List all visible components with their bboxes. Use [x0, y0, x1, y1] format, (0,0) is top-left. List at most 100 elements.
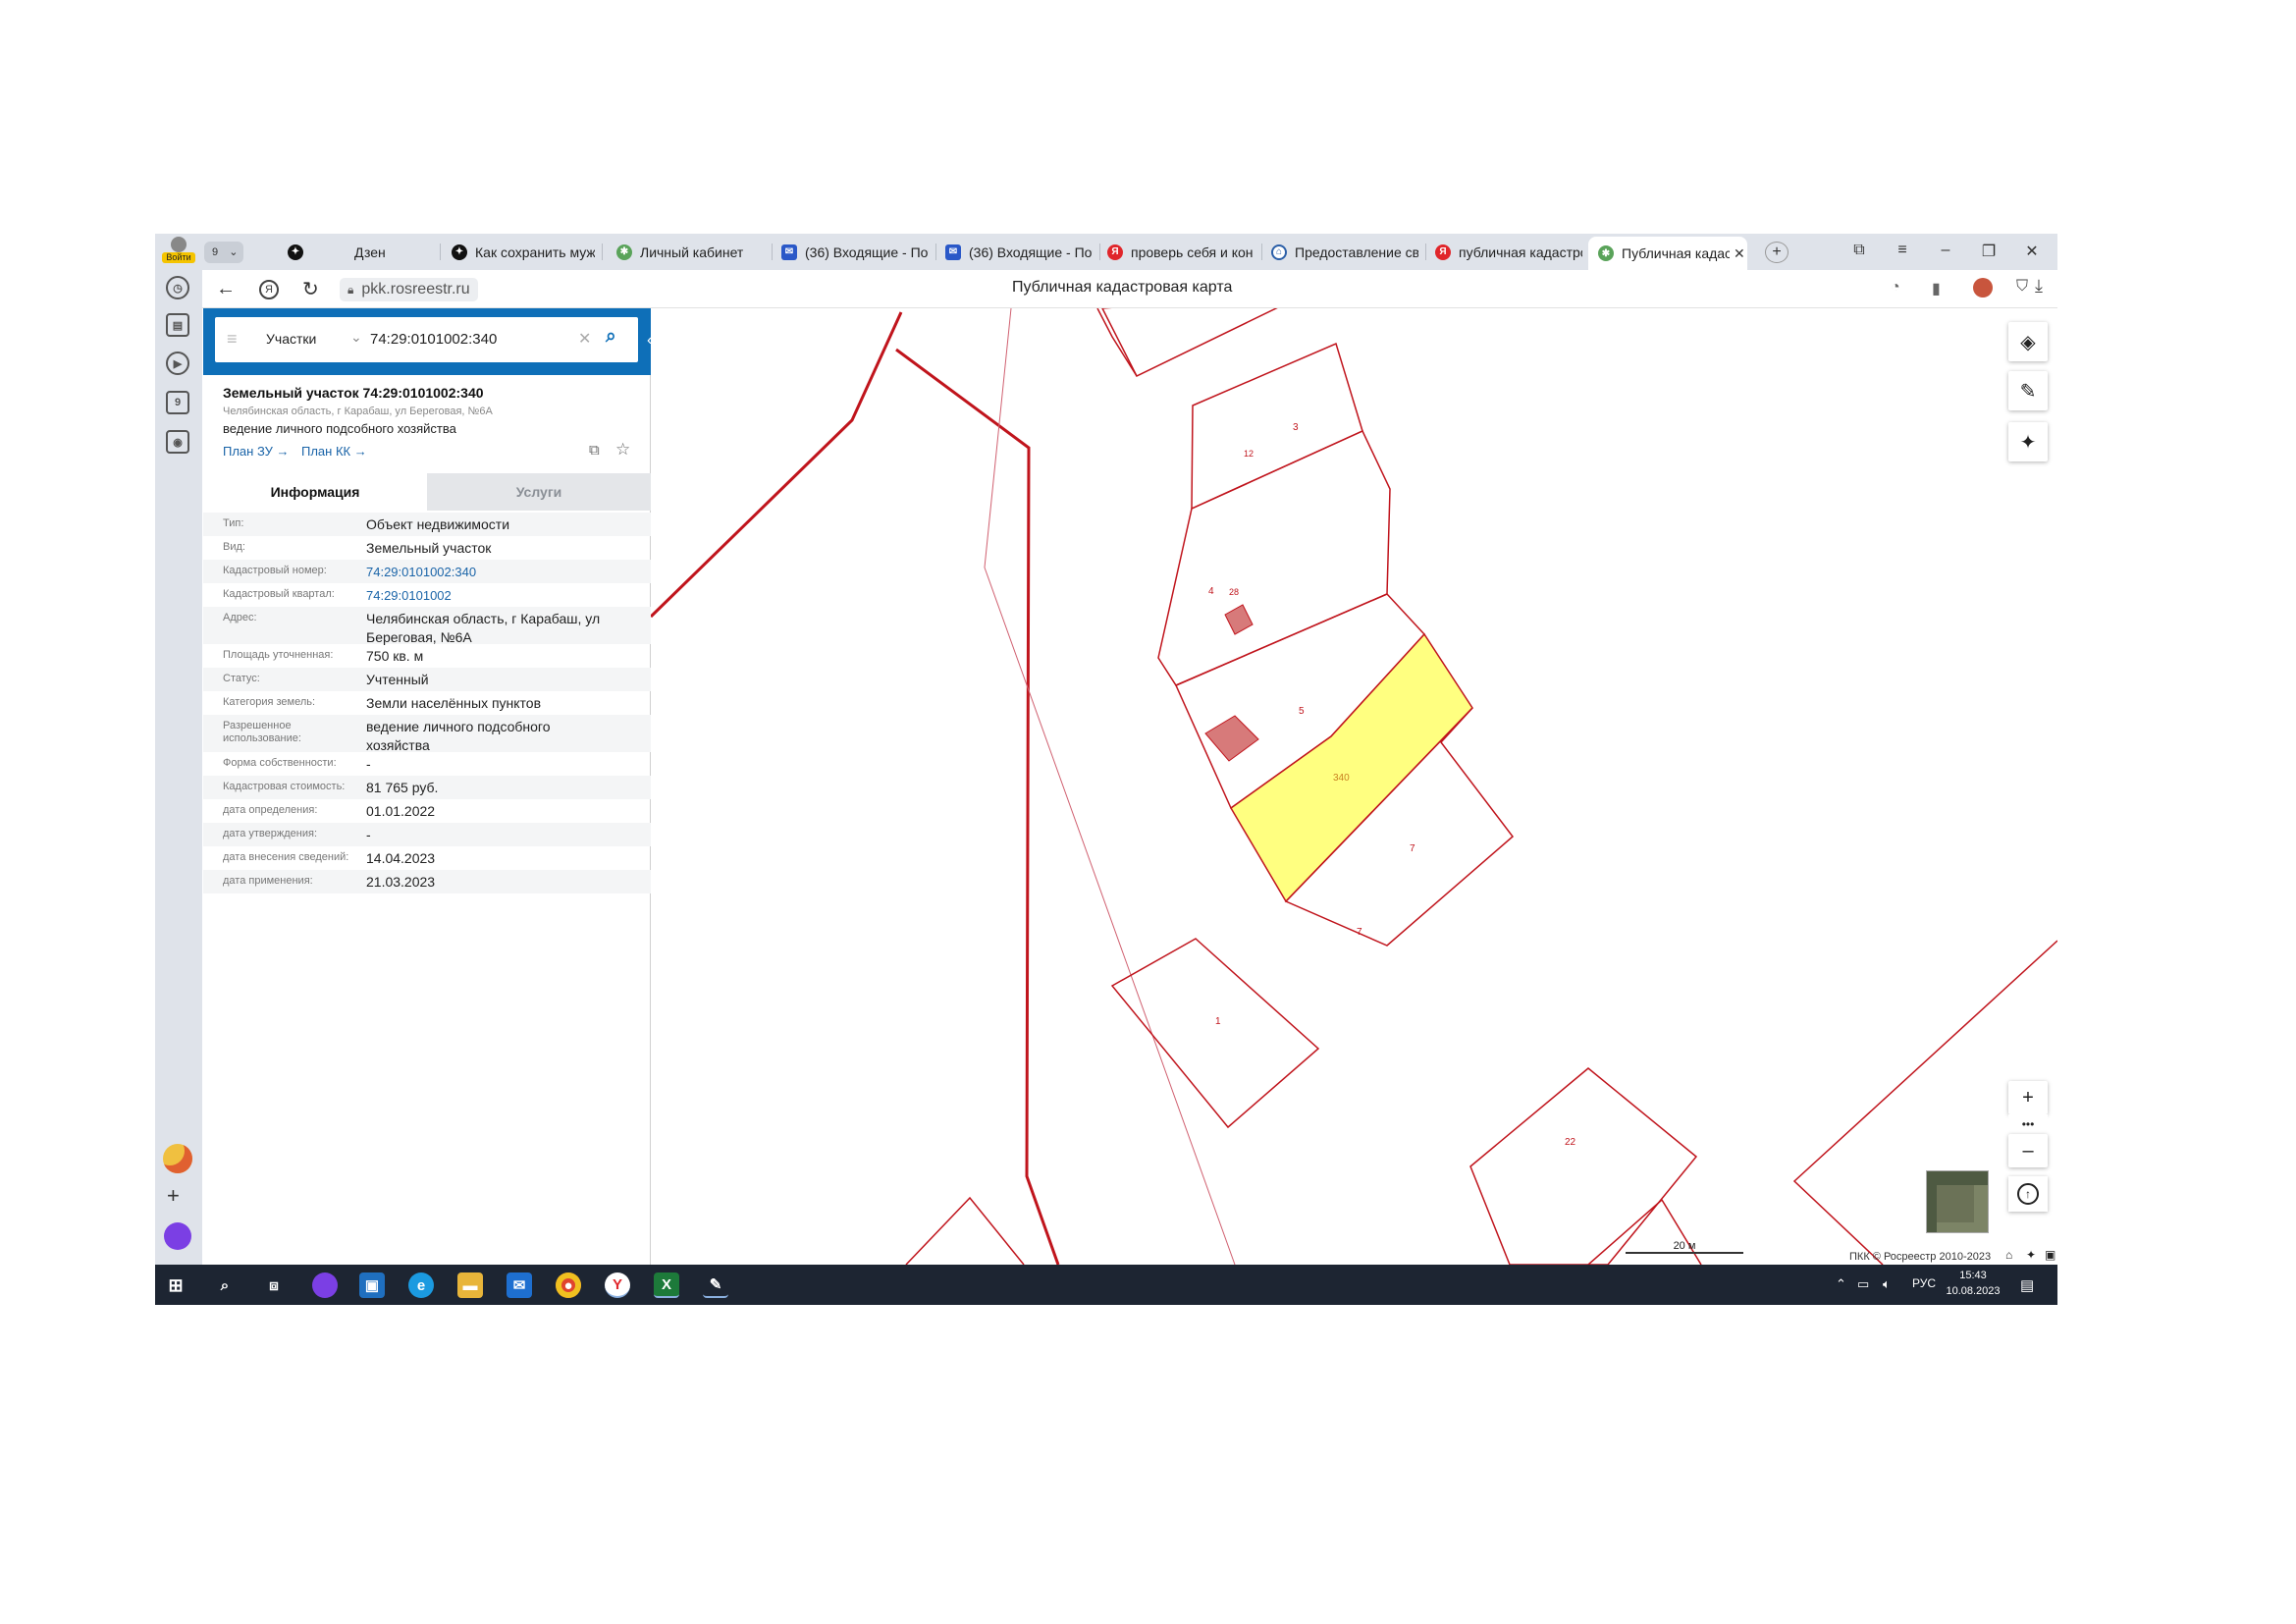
menu-icon[interactable]: ≡	[1888, 242, 1917, 259]
minimap-thumbnail[interactable]	[1926, 1170, 1989, 1233]
tab-separator	[1261, 244, 1262, 260]
tab-prover-sebya[interactable]: Я проверь себя и кон	[1107, 238, 1255, 266]
url-text: pkk.rosreestr.ru	[361, 281, 470, 298]
alice-icon[interactable]	[164, 1222, 191, 1250]
tab-kak-sohranit[interactable]: ✦ Как сохранить муж	[452, 238, 595, 266]
zoom-in-button[interactable]: +	[2008, 1081, 2048, 1114]
info-panel: ≡ Участки ⌄ 74:29:0101002:340 ✕ ⌕ ‹ Земе…	[203, 308, 665, 1265]
map-label: 3	[1293, 422, 1299, 433]
yandex-button-icon[interactable]: Я	[259, 280, 279, 299]
collections-icon[interactable]: ⧉	[1844, 242, 1874, 259]
tab-lichny-kabinet[interactable]: ✱ Личный кабинет	[616, 238, 764, 266]
excel-icon[interactable]: X	[654, 1272, 679, 1298]
plan-zu-link[interactable]: План ЗУ →	[223, 444, 290, 459]
home-icon[interactable]: ⌂	[2005, 1248, 2012, 1262]
edge-icon[interactable]: e	[408, 1272, 434, 1298]
hamburger-icon[interactable]: ≡	[227, 329, 238, 350]
language-indicator[interactable]: РУС	[1912, 1276, 1936, 1290]
volume-icon[interactable]: 🔈︎	[1883, 1276, 1891, 1292]
tab-vhodyaschie-1[interactable]: ✉ (36) Входящие - Поч	[781, 238, 929, 266]
compass-button[interactable]: ↑	[2008, 1176, 2048, 1212]
extension-icon[interactable]	[1973, 278, 1993, 298]
plus-icon: +	[2022, 1086, 2034, 1109]
new-tab-button[interactable]: +	[1765, 242, 1789, 263]
tab-services[interactable]: Услуги	[427, 473, 651, 511]
map-canvas[interactable]	[651, 308, 2057, 1265]
search-icon[interactable]: ⌕	[212, 1272, 238, 1298]
row-value: ведение личного подсобного хозяйства	[366, 719, 551, 753]
search-box: ≡ Участки ⌄ 74:29:0101002:340 ✕ ⌕ ‹	[203, 308, 665, 375]
download-icon[interactable]: ⤓	[2035, 276, 2043, 297]
search-input[interactable]: 74:29:0101002:340	[370, 331, 497, 348]
alice-icon[interactable]	[312, 1272, 338, 1298]
tab-active-pkk[interactable]: ✱ Публичная кадас ✕	[1588, 237, 1747, 270]
row-value-link[interactable]: 74:29:0101002:340	[366, 563, 602, 581]
reload-icon[interactable]: ↻	[302, 277, 319, 301]
feather-app-icon[interactable]: ✎	[703, 1272, 728, 1298]
search-icon[interactable]: ⌕	[606, 326, 616, 348]
category-select[interactable]: Участки ⌄	[266, 329, 374, 347]
zoom-out-button[interactable]: –	[2008, 1134, 2048, 1167]
tab-info[interactable]: Информация	[203, 473, 427, 511]
tray-chevron-icon[interactable]: ⌃	[1836, 1276, 1846, 1292]
network-icon[interactable]: ▭	[1857, 1276, 1869, 1292]
row-value: 14.04.2023	[366, 850, 436, 866]
tab-separator	[1425, 244, 1426, 260]
tab-close-icon[interactable]: ✕	[1734, 245, 1745, 262]
row-value-link[interactable]: 74:29:0101002	[366, 586, 602, 605]
tab-vhodyaschie-2[interactable]: ✉ (36) Входящие - Поч	[945, 238, 1093, 266]
locate-button[interactable]: ✦	[2008, 422, 2048, 461]
mail-icon[interactable]: ✉	[507, 1272, 532, 1298]
task-view-icon[interactable]: ⧈	[261, 1272, 287, 1298]
tab-predostavlenie[interactable]: ⌂ Предоставление све	[1271, 238, 1418, 266]
fullscreen-icon[interactable]: ▣	[2045, 1248, 2056, 1262]
screenshot-icon[interactable]: ◉	[166, 430, 189, 454]
lock-icon: 🔒︎	[347, 282, 354, 297]
reader-icon[interactable]: ◔	[1891, 279, 1900, 297]
bookmark-icon[interactable]: ▮	[1932, 279, 1941, 298]
photos-icon[interactable]: ▣	[359, 1272, 385, 1298]
bookmarks-icon[interactable]: ▤	[166, 313, 189, 337]
yandex-icon: Я	[1107, 244, 1123, 260]
row-value: -	[366, 756, 371, 772]
parcel-top-2	[1096, 308, 1138, 377]
clock[interactable]: 15:43 10.08.2023	[1944, 1268, 2002, 1299]
layers-button[interactable]: ◈	[2008, 322, 2048, 361]
scale-label: 20 м	[1673, 1240, 1696, 1252]
zoom-more-icon[interactable]: •••	[2008, 1114, 2048, 1134]
minimize-button[interactable]: –	[1931, 242, 1960, 259]
parcel-bottom-2	[1587, 1198, 1702, 1265]
history-icon[interactable]: ◷	[166, 276, 189, 299]
tab-counter-button[interactable]: 9 ⌄	[204, 242, 243, 263]
row-label: Тип:	[223, 517, 244, 529]
tab-dzen[interactable]: ✦ Дзен	[288, 238, 435, 266]
plan-kk-link[interactable]: План КК →	[301, 444, 367, 459]
map[interactable]: 3 12 4 28 5 340 7 7 1 22	[651, 308, 2057, 1265]
zoom-to-icon[interactable]: ⧉	[589, 442, 600, 459]
tab-counter-icon[interactable]: 9	[166, 391, 189, 414]
windows-start-icon[interactable]: ⊞	[163, 1272, 188, 1298]
notifications-icon[interactable]: ▤	[2020, 1276, 2034, 1294]
rosreestr-icon: ✱	[1598, 245, 1614, 261]
protect-icon[interactable]: ⛉	[2016, 278, 2028, 296]
row-value: 21.03.2023	[366, 874, 436, 890]
chrome-icon[interactable]: ●	[556, 1272, 581, 1298]
tab-publichnaya-kadastro[interactable]: Я публичная кадастро	[1435, 238, 1582, 266]
restore-button[interactable]: ❐	[1974, 242, 2003, 261]
gps-icon[interactable]: ✦	[2026, 1248, 2036, 1262]
favorite-icon[interactable]: ☆	[615, 440, 630, 460]
play-icon[interactable]: ▶	[166, 352, 189, 375]
file-explorer-icon[interactable]: ▬	[457, 1272, 483, 1298]
url-pill[interactable]: 🔒︎ pkk.rosreestr.ru	[340, 278, 478, 301]
mail-app-icon[interactable]	[163, 1144, 192, 1173]
user-avatar[interactable]: Войти	[162, 237, 195, 267]
tab-separator	[440, 244, 441, 260]
parcel-address: Челябинская область, г Карабаш, ул Берег…	[223, 406, 493, 417]
back-icon[interactable]: ←	[216, 278, 236, 300]
measure-button[interactable]: ✎	[2008, 371, 2048, 410]
close-window-button[interactable]: ✕	[2017, 242, 2047, 261]
add-app-icon[interactable]: +	[167, 1183, 180, 1209]
browser-sidebar: ◷ ▤ ▶ 9 ◉ + •••	[155, 270, 202, 1278]
yandex-browser-icon[interactable]: Y	[605, 1272, 630, 1298]
clear-icon[interactable]: ✕	[578, 329, 591, 349]
